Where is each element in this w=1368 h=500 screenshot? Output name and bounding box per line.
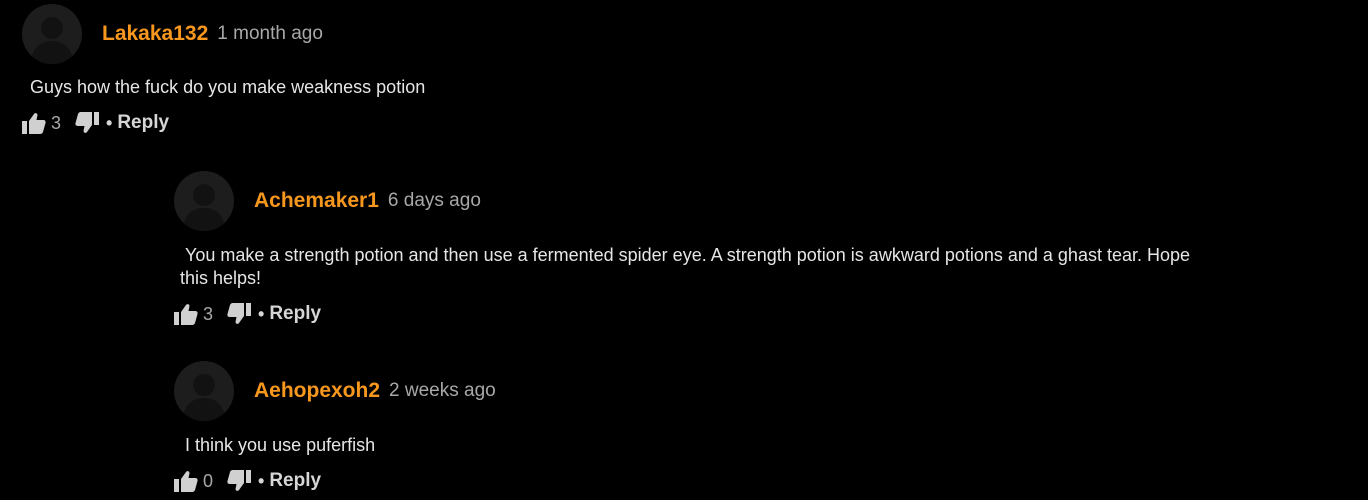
comment-header: Achemaker1 6 days ago [174, 171, 1364, 231]
comment-actions: 3 • Reply [174, 302, 1364, 326]
comment-header: Lakaka132 1 month ago [22, 4, 1342, 64]
user-silhouette-icon [182, 374, 226, 421]
comment-timestamp: 2 weeks ago [389, 380, 496, 401]
separator: • [258, 303, 265, 324]
thumbs-down-icon [227, 303, 252, 324]
like-button[interactable] [22, 112, 46, 134]
comment-text: I think you use puferfish [180, 435, 376, 455]
user-silhouette-icon [30, 17, 74, 64]
comment-item: Lakaka132 1 month ago Guys how the fuck … [22, 4, 1342, 135]
comment-item: Achemaker1 6 days ago You make a strengt… [174, 171, 1364, 326]
separator: • [258, 470, 265, 491]
separator: • [106, 112, 113, 133]
thumbs-down-icon [75, 112, 100, 133]
like-count: 0 [203, 470, 214, 491]
thumbs-up-icon [174, 304, 198, 325]
comment-username[interactable]: Lakaka132 [102, 22, 208, 46]
avatar[interactable] [22, 4, 82, 64]
comment-item: Aehopexoh2 2 weeks ago I think you use p… [174, 361, 1364, 493]
like-button[interactable] [174, 303, 198, 325]
comment-header: Aehopexoh2 2 weeks ago [174, 361, 1364, 421]
comment-timestamp: 6 days ago [387, 190, 481, 211]
avatar[interactable] [174, 171, 234, 231]
comment-text: Guys how the fuck do you make weakness p… [30, 77, 426, 97]
reply-button[interactable]: Reply [269, 303, 321, 325]
thumbs-down-icon [227, 470, 252, 491]
avatar[interactable] [174, 361, 234, 421]
like-button[interactable] [174, 470, 198, 492]
comment-text: You make a strength potion and then use … [180, 245, 1191, 288]
dislike-button[interactable] [227, 303, 252, 325]
like-count: 3 [203, 303, 214, 324]
comment-username[interactable]: Achemaker1 [254, 189, 379, 213]
comment-timestamp: 1 month ago [217, 23, 323, 44]
dislike-button[interactable] [227, 470, 252, 492]
comment-actions: 0 • Reply [174, 469, 1364, 493]
reply-button[interactable]: Reply [269, 470, 321, 492]
thumbs-up-icon [174, 471, 198, 492]
reply-button[interactable]: Reply [117, 112, 169, 134]
user-silhouette-icon [182, 184, 226, 231]
thumbs-up-icon [22, 113, 46, 134]
comment-username[interactable]: Aehopexoh2 [254, 379, 380, 403]
dislike-button[interactable] [75, 112, 100, 134]
like-count: 3 [51, 112, 62, 133]
comment-actions: 3 • Reply [22, 111, 1342, 135]
